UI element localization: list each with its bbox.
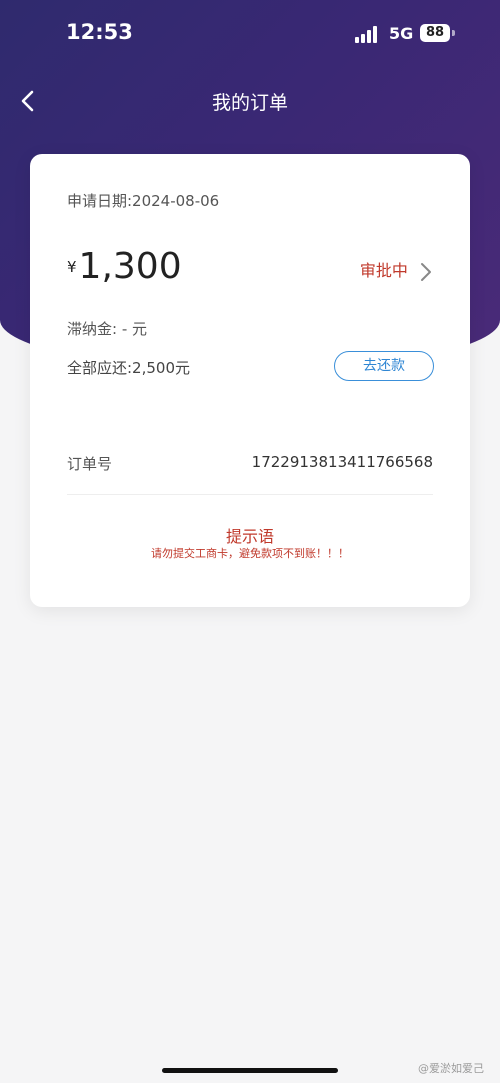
order-number-value: 1722913813411766568 bbox=[251, 453, 433, 471]
battery-icon: 88 bbox=[420, 24, 450, 42]
currency-symbol: ¥ bbox=[67, 258, 77, 276]
approval-status-link[interactable]: 审批中 bbox=[360, 257, 433, 282]
repay-button[interactable]: 去还款 bbox=[334, 351, 434, 381]
total-due: 全部应还:2,500元 bbox=[67, 359, 190, 377]
order-number-label: 订单号 bbox=[67, 455, 113, 473]
signal-icon bbox=[355, 25, 381, 43]
amount-value: 1,300 bbox=[78, 246, 182, 287]
apply-date: 申请日期:2024-08-06 bbox=[67, 192, 220, 210]
watermark: @爱淤如爱己 bbox=[418, 1062, 484, 1075]
late-fee: 滞纳金: - 元 bbox=[67, 320, 148, 338]
order-amount: ¥1,300 bbox=[67, 246, 182, 287]
approval-status: 审批中 bbox=[359, 261, 408, 280]
page-title: 我的订单 bbox=[211, 92, 288, 114]
tip-text: 请勿提交工商卡，避免款项不到账！！！ bbox=[151, 547, 349, 560]
home-indicator bbox=[162, 1068, 338, 1073]
divider bbox=[67, 494, 433, 495]
status-bar: 12:53 5G 88 bbox=[0, 0, 500, 70]
status-time: 12:53 bbox=[66, 20, 133, 44]
battery-tip bbox=[452, 30, 455, 36]
chevron-right-icon bbox=[421, 262, 431, 281]
network-type: 5G bbox=[389, 24, 414, 43]
tip-title: 提示语 bbox=[225, 527, 274, 546]
order-card: 申请日期:2024-08-06 ¥1,300 审批中 滞纳金: - 元 全部应还… bbox=[30, 154, 470, 607]
